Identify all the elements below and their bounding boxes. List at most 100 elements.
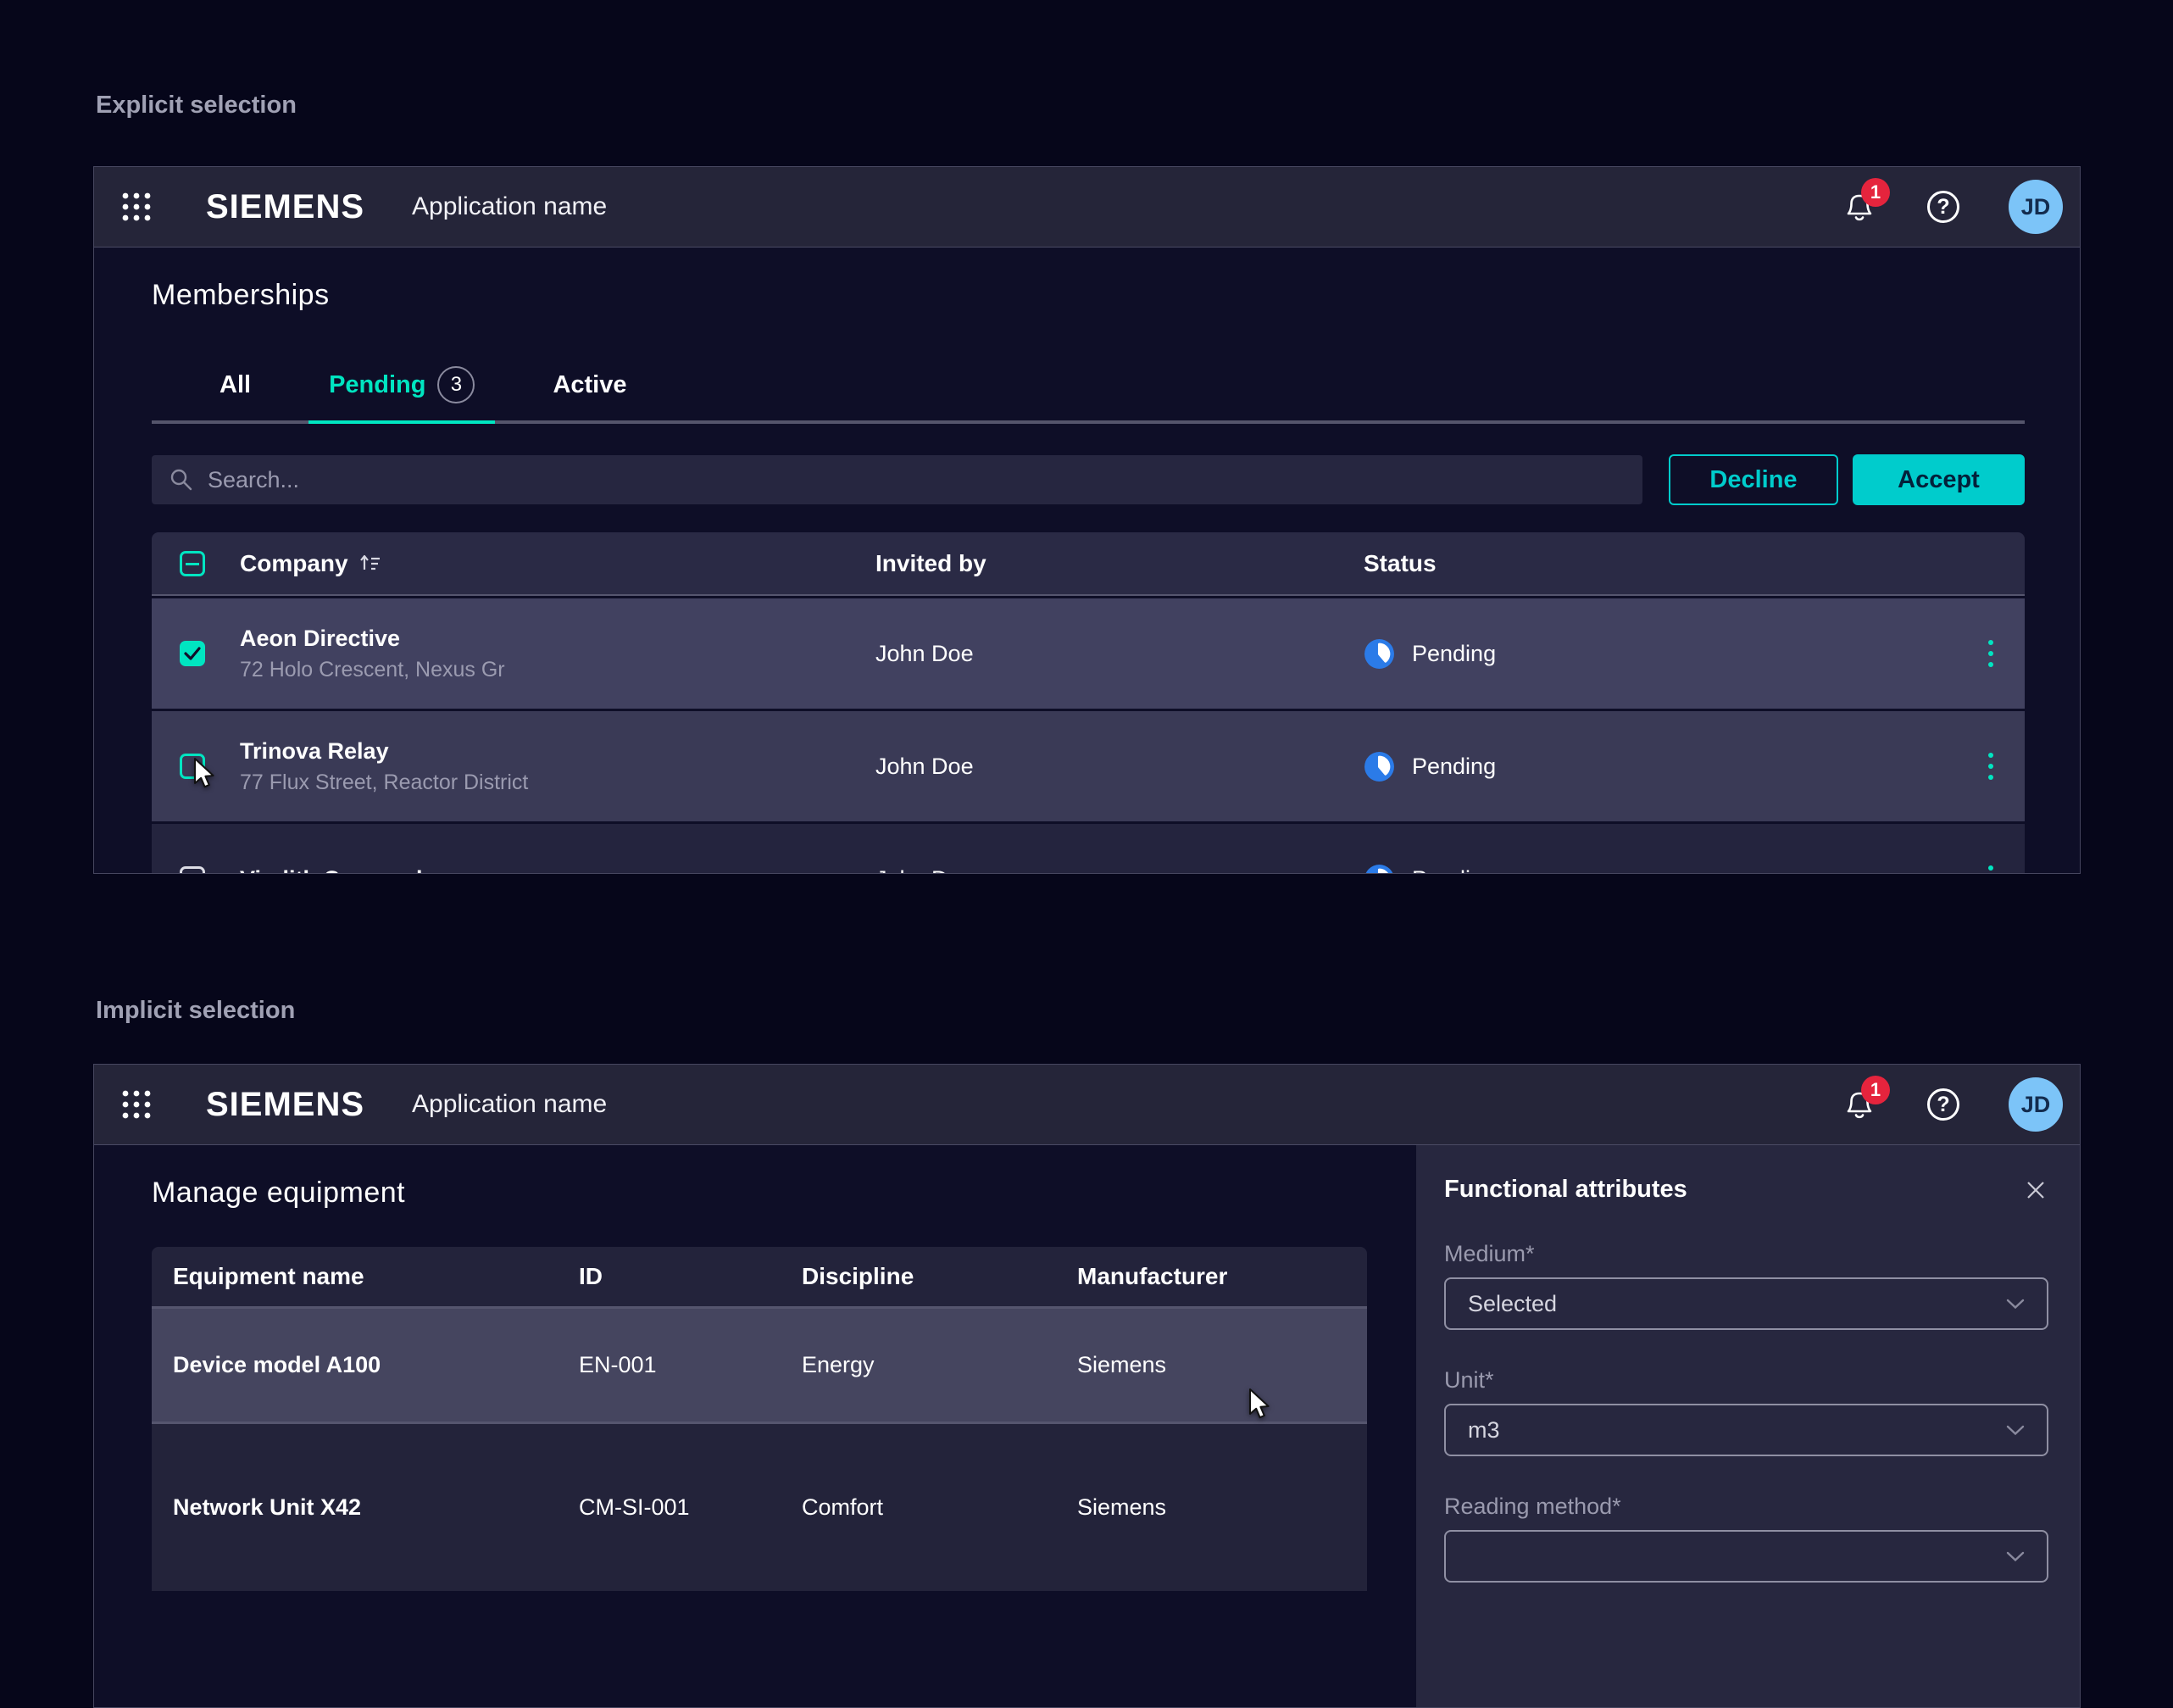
table-row[interactable]: Network Unit X42 CM-SI-001 Comfort Sieme…: [152, 1421, 1367, 1591]
column-header-id: ID: [579, 1263, 802, 1290]
row-menu-kebab-icon[interactable]: [1988, 865, 1993, 873]
unit-label: Unit*: [1444, 1367, 2048, 1394]
tab-all-label: All: [220, 371, 251, 399]
notifications-button[interactable]: 1: [1841, 1086, 1878, 1123]
header-actions: 1 ? JD: [1841, 1077, 2063, 1132]
status-label: Pending: [1412, 866, 1496, 874]
memberships-content: Memberships All Pending 3 Active Decline: [94, 248, 2080, 873]
equipment-id: CM-SI-001: [579, 1494, 802, 1521]
panel-title: Functional attributes: [1444, 1176, 1687, 1204]
column-header-status: Status: [1364, 550, 1957, 577]
accept-button[interactable]: Accept: [1853, 454, 2025, 505]
canvas: { "sections": { "explicit": "Explicit se…: [0, 0, 2173, 1546]
question-mark-icon: ?: [1937, 195, 1949, 220]
select-all-checkbox[interactable]: [180, 551, 205, 576]
siemens-logo: SIEMENS: [206, 188, 364, 226]
tab-pending-count-badge: 3: [437, 366, 475, 403]
user-avatar[interactable]: JD: [2009, 1077, 2063, 1132]
row-checkbox-checked[interactable]: [180, 641, 205, 666]
decline-button[interactable]: Decline: [1669, 454, 1838, 505]
toolbar: Decline Accept: [152, 454, 2025, 505]
memberships-table: Company Invited by Status: [152, 532, 2025, 873]
row-checkbox-hover[interactable]: [180, 754, 205, 779]
company-header-label: Company: [240, 550, 348, 577]
equipment-main: Manage equipment Equipment name ID Disci…: [94, 1145, 1416, 1707]
app-launcher-icon[interactable]: [121, 1089, 152, 1120]
memberships-window: SIEMENS Application name 1 ? JD Membersh…: [93, 166, 2081, 874]
tab-bar: All Pending 3 Active: [152, 366, 2025, 424]
notification-badge: 1: [1861, 178, 1890, 207]
equipment-id: EN-001: [579, 1352, 802, 1378]
equipment-window: SIEMENS Application name 1 ? JD Manage e…: [93, 1064, 2081, 1708]
table-row[interactable]: Aeon Directive 72 Holo Crescent, Nexus G…: [152, 598, 2025, 709]
application-name: Application name: [412, 192, 607, 221]
status-label: Pending: [1412, 641, 1496, 667]
app-header: SIEMENS Application name 1 ? JD: [94, 1065, 2080, 1145]
table-header-row: Company Invited by Status: [152, 532, 2025, 596]
invited-by-value: John Doe: [875, 641, 1364, 667]
company-name: Aeon Directive: [240, 626, 875, 652]
tab-all[interactable]: All: [199, 366, 271, 420]
chevron-down-icon: [2006, 1551, 2025, 1562]
chevron-down-icon: [2006, 1425, 2025, 1436]
status-label: Pending: [1412, 754, 1496, 780]
help-button[interactable]: ?: [1927, 191, 1959, 223]
question-mark-icon: ?: [1937, 1093, 1949, 1117]
check-icon: [180, 641, 205, 666]
column-header-company[interactable]: Company: [240, 550, 875, 577]
invited-by-value: John Doe: [875, 754, 1364, 780]
equipment-discipline: Comfort: [802, 1494, 1077, 1521]
notification-badge: 1: [1861, 1076, 1890, 1104]
unit-value: m3: [1468, 1417, 1500, 1444]
help-button[interactable]: ?: [1927, 1088, 1959, 1121]
medium-select[interactable]: Selected: [1444, 1277, 2048, 1330]
reading-method-select[interactable]: [1444, 1530, 2048, 1583]
equipment-content: Manage equipment Equipment name ID Disci…: [94, 1145, 2080, 1707]
search-input[interactable]: [208, 467, 1626, 493]
page-title: Manage equipment: [152, 1177, 1416, 1210]
equipment-discipline: Energy: [802, 1352, 1077, 1378]
company-name: Virelith Coreworks: [240, 866, 875, 874]
equipment-name: Network Unit X42: [173, 1494, 579, 1521]
medium-label: Medium*: [1444, 1241, 2048, 1267]
row-checkbox-unchecked[interactable]: [180, 866, 205, 873]
application-name: Application name: [412, 1090, 607, 1119]
equipment-manufacturer: Siemens: [1077, 1352, 1367, 1378]
tab-active-label: Active: [553, 371, 626, 399]
notifications-button[interactable]: 1: [1841, 188, 1878, 225]
tab-active[interactable]: Active: [532, 366, 647, 420]
company-address: 72 Holo Crescent, Nexus Gr: [240, 658, 875, 682]
sort-ascending-icon: [358, 552, 381, 575]
medium-value: Selected: [1468, 1291, 1557, 1317]
table-row[interactable]: Device model A100 EN-001 Energy Siemens: [152, 1309, 1367, 1421]
unit-select[interactable]: m3: [1444, 1404, 2048, 1456]
section-label-implicit: Implicit selection: [96, 997, 295, 1025]
company-address: 77 Flux Street, Reactor District: [240, 771, 875, 795]
chevron-down-icon: [2006, 1299, 2025, 1310]
column-header-discipline: Discipline: [802, 1263, 1077, 1290]
column-header-invited-by: Invited by: [875, 550, 1364, 577]
tab-pending-label: Pending: [329, 371, 425, 399]
user-avatar[interactable]: JD: [2009, 180, 2063, 234]
column-header-manufacturer: Manufacturer: [1077, 1263, 1367, 1290]
tab-pending[interactable]: Pending 3: [308, 366, 495, 420]
reading-method-label: Reading method*: [1444, 1494, 2048, 1520]
table-row[interactable]: Trinova Relay 77 Flux Street, Reactor Di…: [152, 711, 2025, 821]
table-header-row: Equipment name ID Discipline Manufacture…: [152, 1247, 1367, 1309]
search-field: [152, 455, 1642, 504]
equipment-manufacturer: Siemens: [1077, 1494, 1367, 1521]
column-header-equipment-name: Equipment name: [173, 1263, 579, 1290]
app-header: SIEMENS Application name 1 ? JD: [94, 167, 2080, 248]
pending-status-icon: [1364, 864, 1395, 874]
company-name: Trinova Relay: [240, 738, 875, 765]
equipment-name: Device model A100: [173, 1352, 579, 1378]
pending-status-icon: [1364, 751, 1395, 782]
section-label-explicit: Explicit selection: [96, 92, 297, 120]
row-menu-kebab-icon[interactable]: [1988, 753, 1993, 780]
functional-attributes-panel: Functional attributes Medium* Selected U…: [1416, 1145, 2080, 1707]
pending-status-icon: [1364, 638, 1395, 670]
row-menu-kebab-icon[interactable]: [1988, 640, 1993, 667]
app-launcher-icon[interactable]: [121, 192, 152, 222]
table-row[interactable]: Virelith Coreworks John Doe Pending: [152, 824, 2025, 873]
close-icon[interactable]: [2023, 1177, 2048, 1203]
